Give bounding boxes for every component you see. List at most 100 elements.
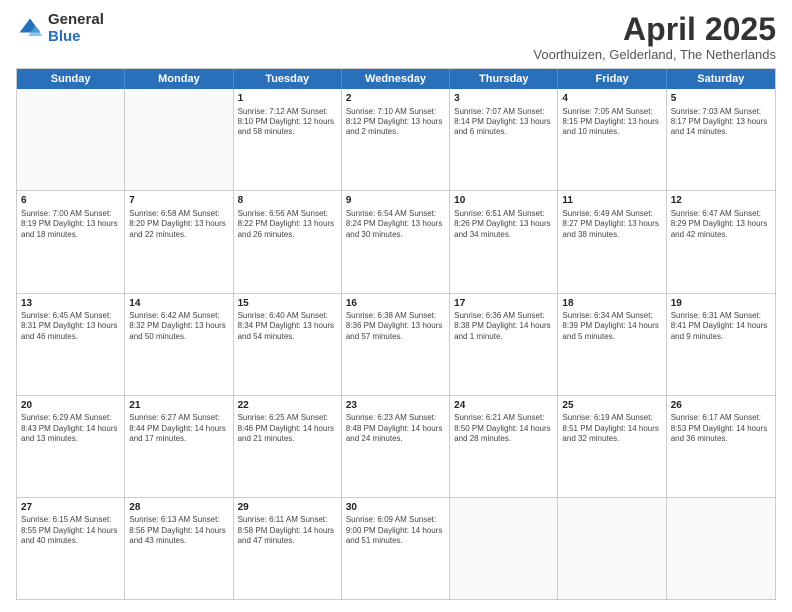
calendar-cell: 26Sunrise: 6:17 AM Sunset: 8:53 PM Dayli… xyxy=(667,396,775,497)
cell-info: Sunrise: 6:56 AM Sunset: 8:22 PM Dayligh… xyxy=(238,209,337,240)
calendar-cell: 30Sunrise: 6:09 AM Sunset: 9:00 PM Dayli… xyxy=(342,498,450,599)
calendar-cell: 14Sunrise: 6:42 AM Sunset: 8:32 PM Dayli… xyxy=(125,294,233,395)
day-number: 25 xyxy=(562,399,661,413)
calendar-cell xyxy=(125,89,233,190)
calendar-header-cell: Friday xyxy=(558,69,666,89)
calendar-cell: 12Sunrise: 6:47 AM Sunset: 8:29 PM Dayli… xyxy=(667,191,775,292)
calendar-cell xyxy=(17,89,125,190)
day-number: 30 xyxy=(346,501,445,515)
calendar-header-cell: Wednesday xyxy=(342,69,450,89)
calendar-cell: 4Sunrise: 7:05 AM Sunset: 8:15 PM Daylig… xyxy=(558,89,666,190)
day-number: 21 xyxy=(129,399,228,413)
cell-info: Sunrise: 6:23 AM Sunset: 8:48 PM Dayligh… xyxy=(346,413,445,444)
day-number: 3 xyxy=(454,92,553,106)
day-number: 7 xyxy=(129,194,228,208)
day-number: 17 xyxy=(454,297,553,311)
day-number: 8 xyxy=(238,194,337,208)
cell-info: Sunrise: 6:49 AM Sunset: 8:27 PM Dayligh… xyxy=(562,209,661,240)
calendar-row: 6Sunrise: 7:00 AM Sunset: 8:19 PM Daylig… xyxy=(17,191,775,293)
calendar-row: 27Sunrise: 6:15 AM Sunset: 8:55 PM Dayli… xyxy=(17,498,775,599)
day-number: 15 xyxy=(238,297,337,311)
cell-info: Sunrise: 6:34 AM Sunset: 8:39 PM Dayligh… xyxy=(562,311,661,342)
cell-info: Sunrise: 7:12 AM Sunset: 8:10 PM Dayligh… xyxy=(238,107,337,138)
calendar-cell: 13Sunrise: 6:45 AM Sunset: 8:31 PM Dayli… xyxy=(17,294,125,395)
title-block: April 2025 Voorthuizen, Gelderland, The … xyxy=(533,12,776,62)
calendar-row: 13Sunrise: 6:45 AM Sunset: 8:31 PM Dayli… xyxy=(17,294,775,396)
calendar-cell: 18Sunrise: 6:34 AM Sunset: 8:39 PM Dayli… xyxy=(558,294,666,395)
calendar: SundayMondayTuesdayWednesdayThursdayFrid… xyxy=(16,68,776,600)
cell-info: Sunrise: 6:27 AM Sunset: 8:44 PM Dayligh… xyxy=(129,413,228,444)
calendar-cell: 27Sunrise: 6:15 AM Sunset: 8:55 PM Dayli… xyxy=(17,498,125,599)
day-number: 24 xyxy=(454,399,553,413)
calendar-cell: 11Sunrise: 6:49 AM Sunset: 8:27 PM Dayli… xyxy=(558,191,666,292)
logo: General Blue xyxy=(16,12,104,45)
day-number: 23 xyxy=(346,399,445,413)
day-number: 18 xyxy=(562,297,661,311)
cell-info: Sunrise: 6:36 AM Sunset: 8:38 PM Dayligh… xyxy=(454,311,553,342)
cell-info: Sunrise: 6:40 AM Sunset: 8:34 PM Dayligh… xyxy=(238,311,337,342)
cell-info: Sunrise: 7:07 AM Sunset: 8:14 PM Dayligh… xyxy=(454,107,553,138)
cell-info: Sunrise: 6:21 AM Sunset: 8:50 PM Dayligh… xyxy=(454,413,553,444)
calendar-header-cell: Thursday xyxy=(450,69,558,89)
day-number: 22 xyxy=(238,399,337,413)
cell-info: Sunrise: 6:31 AM Sunset: 8:41 PM Dayligh… xyxy=(671,311,771,342)
cell-info: Sunrise: 6:47 AM Sunset: 8:29 PM Dayligh… xyxy=(671,209,771,240)
calendar-cell: 25Sunrise: 6:19 AM Sunset: 8:51 PM Dayli… xyxy=(558,396,666,497)
calendar-cell: 5Sunrise: 7:03 AM Sunset: 8:17 PM Daylig… xyxy=(667,89,775,190)
calendar-cell: 1Sunrise: 7:12 AM Sunset: 8:10 PM Daylig… xyxy=(234,89,342,190)
calendar-cell: 23Sunrise: 6:23 AM Sunset: 8:48 PM Dayli… xyxy=(342,396,450,497)
calendar-cell: 9Sunrise: 6:54 AM Sunset: 8:24 PM Daylig… xyxy=(342,191,450,292)
logo-text: General Blue xyxy=(48,12,104,45)
day-number: 9 xyxy=(346,194,445,208)
logo-icon xyxy=(16,15,44,43)
cell-info: Sunrise: 6:58 AM Sunset: 8:20 PM Dayligh… xyxy=(129,209,228,240)
cell-info: Sunrise: 7:03 AM Sunset: 8:17 PM Dayligh… xyxy=(671,107,771,138)
day-number: 2 xyxy=(346,92,445,106)
calendar-cell: 21Sunrise: 6:27 AM Sunset: 8:44 PM Dayli… xyxy=(125,396,233,497)
calendar-cell: 20Sunrise: 6:29 AM Sunset: 8:43 PM Dayli… xyxy=(17,396,125,497)
calendar-cell: 10Sunrise: 6:51 AM Sunset: 8:26 PM Dayli… xyxy=(450,191,558,292)
day-number: 11 xyxy=(562,194,661,208)
calendar-cell: 8Sunrise: 6:56 AM Sunset: 8:22 PM Daylig… xyxy=(234,191,342,292)
calendar-header-cell: Monday xyxy=(125,69,233,89)
calendar-cell: 28Sunrise: 6:13 AM Sunset: 8:56 PM Dayli… xyxy=(125,498,233,599)
cell-info: Sunrise: 6:45 AM Sunset: 8:31 PM Dayligh… xyxy=(21,311,120,342)
header: General Blue April 2025 Voorthuizen, Gel… xyxy=(16,12,776,62)
day-number: 10 xyxy=(454,194,553,208)
cell-info: Sunrise: 6:09 AM Sunset: 9:00 PM Dayligh… xyxy=(346,515,445,546)
calendar-cell: 2Sunrise: 7:10 AM Sunset: 8:12 PM Daylig… xyxy=(342,89,450,190)
day-number: 5 xyxy=(671,92,771,106)
day-number: 6 xyxy=(21,194,120,208)
day-number: 4 xyxy=(562,92,661,106)
cell-info: Sunrise: 6:29 AM Sunset: 8:43 PM Dayligh… xyxy=(21,413,120,444)
cell-info: Sunrise: 6:19 AM Sunset: 8:51 PM Dayligh… xyxy=(562,413,661,444)
calendar-cell: 22Sunrise: 6:25 AM Sunset: 8:46 PM Dayli… xyxy=(234,396,342,497)
calendar-header-row: SundayMondayTuesdayWednesdayThursdayFrid… xyxy=(17,69,775,89)
page: General Blue April 2025 Voorthuizen, Gel… xyxy=(0,0,792,612)
day-number: 1 xyxy=(238,92,337,106)
cell-info: Sunrise: 6:51 AM Sunset: 8:26 PM Dayligh… xyxy=(454,209,553,240)
calendar-cell: 29Sunrise: 6:11 AM Sunset: 8:58 PM Dayli… xyxy=(234,498,342,599)
calendar-cell xyxy=(667,498,775,599)
cell-info: Sunrise: 6:25 AM Sunset: 8:46 PM Dayligh… xyxy=(238,413,337,444)
logo-blue: Blue xyxy=(48,29,104,46)
calendar-cell: 6Sunrise: 7:00 AM Sunset: 8:19 PM Daylig… xyxy=(17,191,125,292)
day-number: 27 xyxy=(21,501,120,515)
day-number: 13 xyxy=(21,297,120,311)
cell-info: Sunrise: 6:17 AM Sunset: 8:53 PM Dayligh… xyxy=(671,413,771,444)
calendar-cell: 15Sunrise: 6:40 AM Sunset: 8:34 PM Dayli… xyxy=(234,294,342,395)
calendar-cell xyxy=(450,498,558,599)
calendar-header-cell: Tuesday xyxy=(234,69,342,89)
calendar-header-cell: Sunday xyxy=(17,69,125,89)
calendar-body: 1Sunrise: 7:12 AM Sunset: 8:10 PM Daylig… xyxy=(17,89,775,599)
cell-info: Sunrise: 6:13 AM Sunset: 8:56 PM Dayligh… xyxy=(129,515,228,546)
day-number: 29 xyxy=(238,501,337,515)
calendar-cell: 3Sunrise: 7:07 AM Sunset: 8:14 PM Daylig… xyxy=(450,89,558,190)
calendar-cell: 19Sunrise: 6:31 AM Sunset: 8:41 PM Dayli… xyxy=(667,294,775,395)
cell-info: Sunrise: 6:15 AM Sunset: 8:55 PM Dayligh… xyxy=(21,515,120,546)
cell-info: Sunrise: 7:10 AM Sunset: 8:12 PM Dayligh… xyxy=(346,107,445,138)
cell-info: Sunrise: 6:42 AM Sunset: 8:32 PM Dayligh… xyxy=(129,311,228,342)
cell-info: Sunrise: 6:38 AM Sunset: 8:36 PM Dayligh… xyxy=(346,311,445,342)
subtitle: Voorthuizen, Gelderland, The Netherlands xyxy=(533,47,776,62)
day-number: 26 xyxy=(671,399,771,413)
